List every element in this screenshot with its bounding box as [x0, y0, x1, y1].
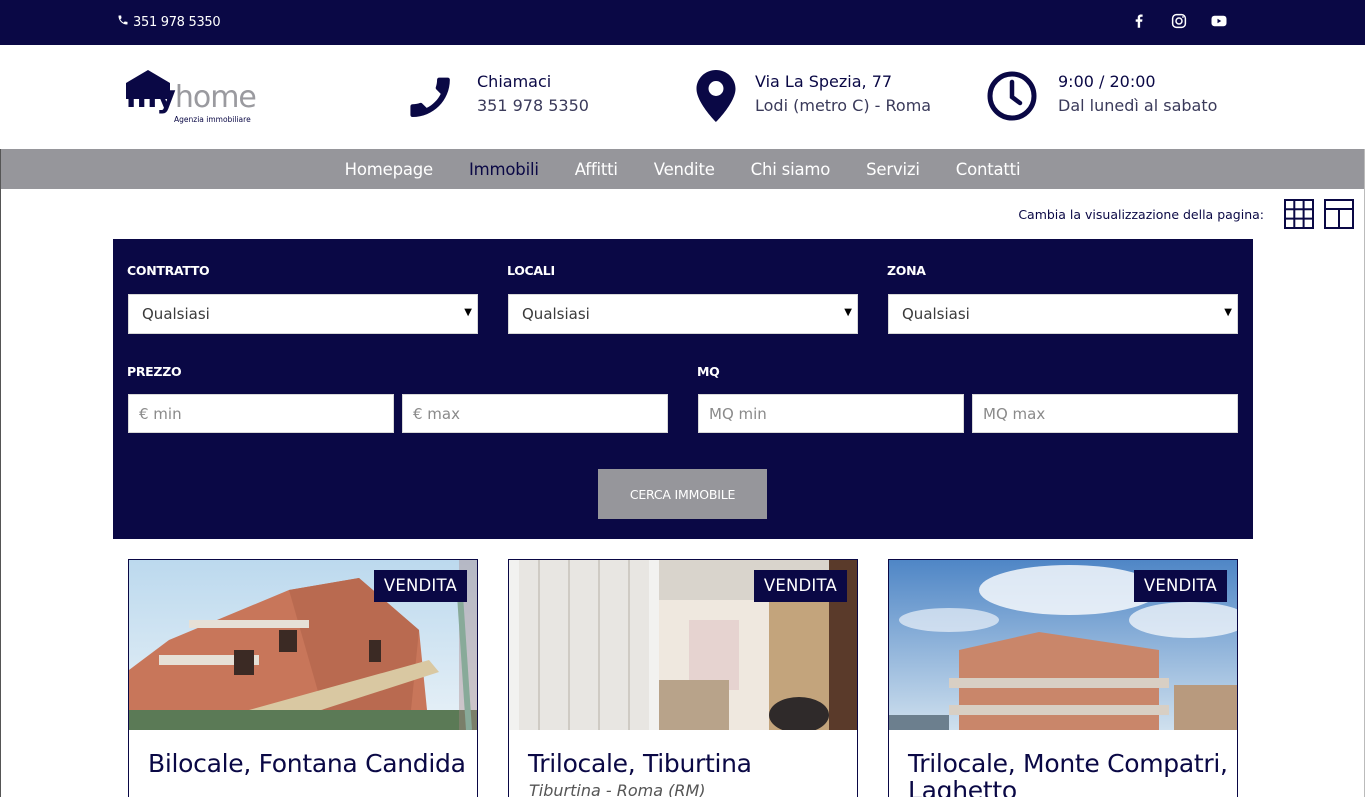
mq-label: MQ: [697, 364, 720, 379]
locali-select[interactable]: Qualsiasi ▼: [508, 294, 858, 334]
nav-chi-siamo[interactable]: Chi siamo: [733, 160, 848, 179]
logo-home: home: [174, 80, 257, 115]
view-switch: Cambia la visualizzazione della pagina:: [1018, 199, 1354, 229]
listing-title[interactable]: Bilocale, Fontana Candida: [148, 750, 468, 777]
dropdown-arrow-icon: ▼: [844, 307, 852, 318]
map-pin-icon: [690, 70, 742, 122]
locali-label: LOCALI: [507, 263, 555, 278]
listing-card[interactable]: VENDITA Trilocale, Monte Compatri, Laghe…: [888, 559, 1238, 797]
search-panel: CONTRATTO Qualsiasi ▼ LOCALI Qualsiasi ▼…: [113, 239, 1253, 539]
address-street: Via La Spezia, 77: [755, 72, 893, 91]
header-hours: 9:00 / 20:00 Dal lunedì al sabato: [986, 70, 1217, 122]
site-header: myhome Agenzia immobiliare Chiamaci 351 …: [0, 45, 1365, 149]
main-nav: Homepage Immobili Affitti Vendite Chi si…: [1, 149, 1364, 189]
topbar-phone[interactable]: 351 978 5350: [117, 14, 221, 30]
address-area: Lodi (metro C) - Roma: [755, 96, 932, 115]
topbar-phone-number: 351 978 5350: [133, 14, 221, 30]
site-logo[interactable]: myhome Agenzia immobiliare: [124, 69, 259, 125]
nav-servizi[interactable]: Servizi: [848, 160, 938, 179]
top-bar: 351 978 5350: [0, 0, 1365, 45]
phone-icon: [117, 14, 129, 30]
call-number[interactable]: 351 978 5350: [477, 94, 589, 118]
logo-my: my: [126, 80, 176, 115]
listing-badge: VENDITA: [373, 570, 467, 602]
dropdown-arrow-icon: ▼: [464, 307, 472, 318]
instagram-icon[interactable]: [1170, 12, 1188, 30]
contratto-select[interactable]: Qualsiasi ▼: [128, 294, 478, 334]
zona-label: ZONA: [887, 263, 926, 278]
search-button[interactable]: CERCA IMMOBILE: [598, 469, 767, 519]
nav-immobili[interactable]: Immobili: [451, 160, 557, 179]
layout-view-icon[interactable]: [1324, 199, 1354, 229]
header-call: Chiamaci 351 978 5350: [405, 70, 589, 122]
prezzo-label: PREZZO: [127, 364, 182, 379]
logo-tagline: Agenzia immobiliare: [174, 115, 251, 124]
social-links: [1130, 12, 1228, 30]
youtube-icon[interactable]: [1210, 12, 1228, 30]
listing-location: Tiburtina - Roma (RM): [529, 781, 706, 797]
clock-icon: [986, 70, 1038, 122]
nav-affitti[interactable]: Affitti: [557, 160, 636, 179]
contratto-label: CONTRATTO: [127, 263, 210, 278]
header-address: Via La Spezia, 77 Lodi (metro C) - Roma: [690, 70, 931, 122]
listing-card[interactable]: VENDITA Bilocale, Fontana Candida: [128, 559, 478, 797]
listing-title[interactable]: Trilocale, Tiburtina: [528, 750, 848, 777]
call-title: Chiamaci: [477, 72, 552, 91]
locali-value: Qualsiasi: [522, 305, 590, 323]
dropdown-arrow-icon: ▼: [1224, 307, 1232, 318]
nav-contatti[interactable]: Contatti: [938, 160, 1039, 179]
hours-time: 9:00 / 20:00: [1058, 72, 1156, 91]
phone-icon: [405, 70, 457, 122]
logo-wordmark: myhome: [126, 80, 257, 115]
facebook-icon[interactable]: [1130, 12, 1148, 30]
nav-homepage[interactable]: Homepage: [327, 160, 451, 179]
listing-badge: VENDITA: [1133, 570, 1227, 602]
price-max-input[interactable]: € max: [402, 394, 668, 433]
mq-max-input[interactable]: MQ max: [972, 394, 1238, 433]
listing-badge: VENDITA: [753, 570, 847, 602]
nav-vendite[interactable]: Vendite: [636, 160, 733, 179]
zona-select[interactable]: Qualsiasi ▼: [888, 294, 1238, 334]
hours-days: Dal lunedì al sabato: [1058, 96, 1218, 115]
listing-title[interactable]: Trilocale, Monte Compatri, Laghetto: [908, 750, 1228, 797]
listing-card[interactable]: VENDITA Trilocale, Tiburtina Tiburtina -…: [508, 559, 858, 797]
mq-min-input[interactable]: MQ min: [698, 394, 964, 433]
view-switch-label: Cambia la visualizzazione della pagina:: [1018, 206, 1264, 222]
zona-value: Qualsiasi: [902, 305, 970, 323]
grid-view-icon[interactable]: [1284, 199, 1314, 229]
price-min-input[interactable]: € min: [128, 394, 394, 433]
contratto-value: Qualsiasi: [142, 305, 210, 323]
